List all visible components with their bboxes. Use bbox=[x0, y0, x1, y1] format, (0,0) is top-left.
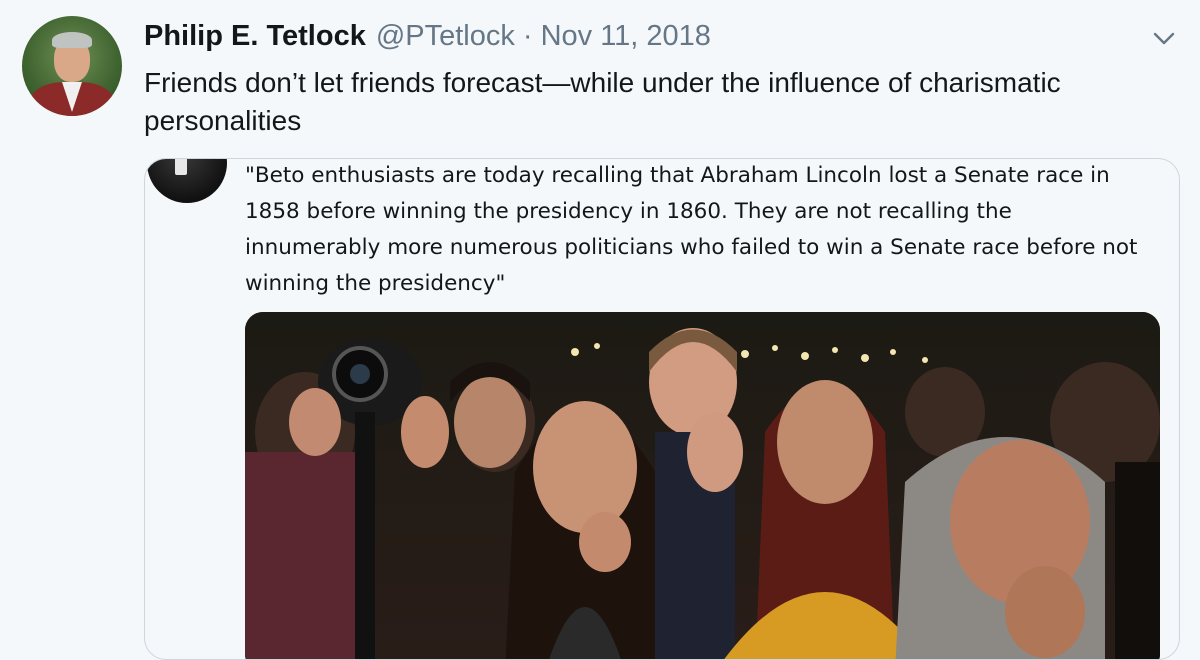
quoted-tweet-text: "Beto enthusiasts are today recalling th… bbox=[245, 163, 1138, 296]
chevron-down-icon[interactable] bbox=[1150, 24, 1178, 52]
quoted-author-avatar bbox=[147, 159, 227, 203]
tweet-header: Philip E. Tetlock @PTetlock · Nov 11, 20… bbox=[144, 20, 711, 60]
quoted-tweet-photo[interactable] bbox=[245, 312, 1160, 659]
tweet-date[interactable]: Nov 11, 2018 bbox=[541, 20, 711, 53]
crowd-photo bbox=[245, 312, 1160, 659]
author-avatar[interactable] bbox=[22, 16, 122, 116]
author-name[interactable]: Philip E. Tetlock bbox=[144, 20, 366, 53]
author-handle[interactable]: @PTetlock bbox=[376, 20, 515, 53]
tweet[interactable]: Philip E. Tetlock @PTetlock · Nov 11, 20… bbox=[0, 0, 1200, 660]
tweet-text: Friends don’t let friends forecast—while… bbox=[144, 67, 1061, 136]
quoted-tweet[interactable]: "Beto enthusiasts are today recalling th… bbox=[144, 158, 1180, 660]
separator: · bbox=[522, 20, 533, 52]
